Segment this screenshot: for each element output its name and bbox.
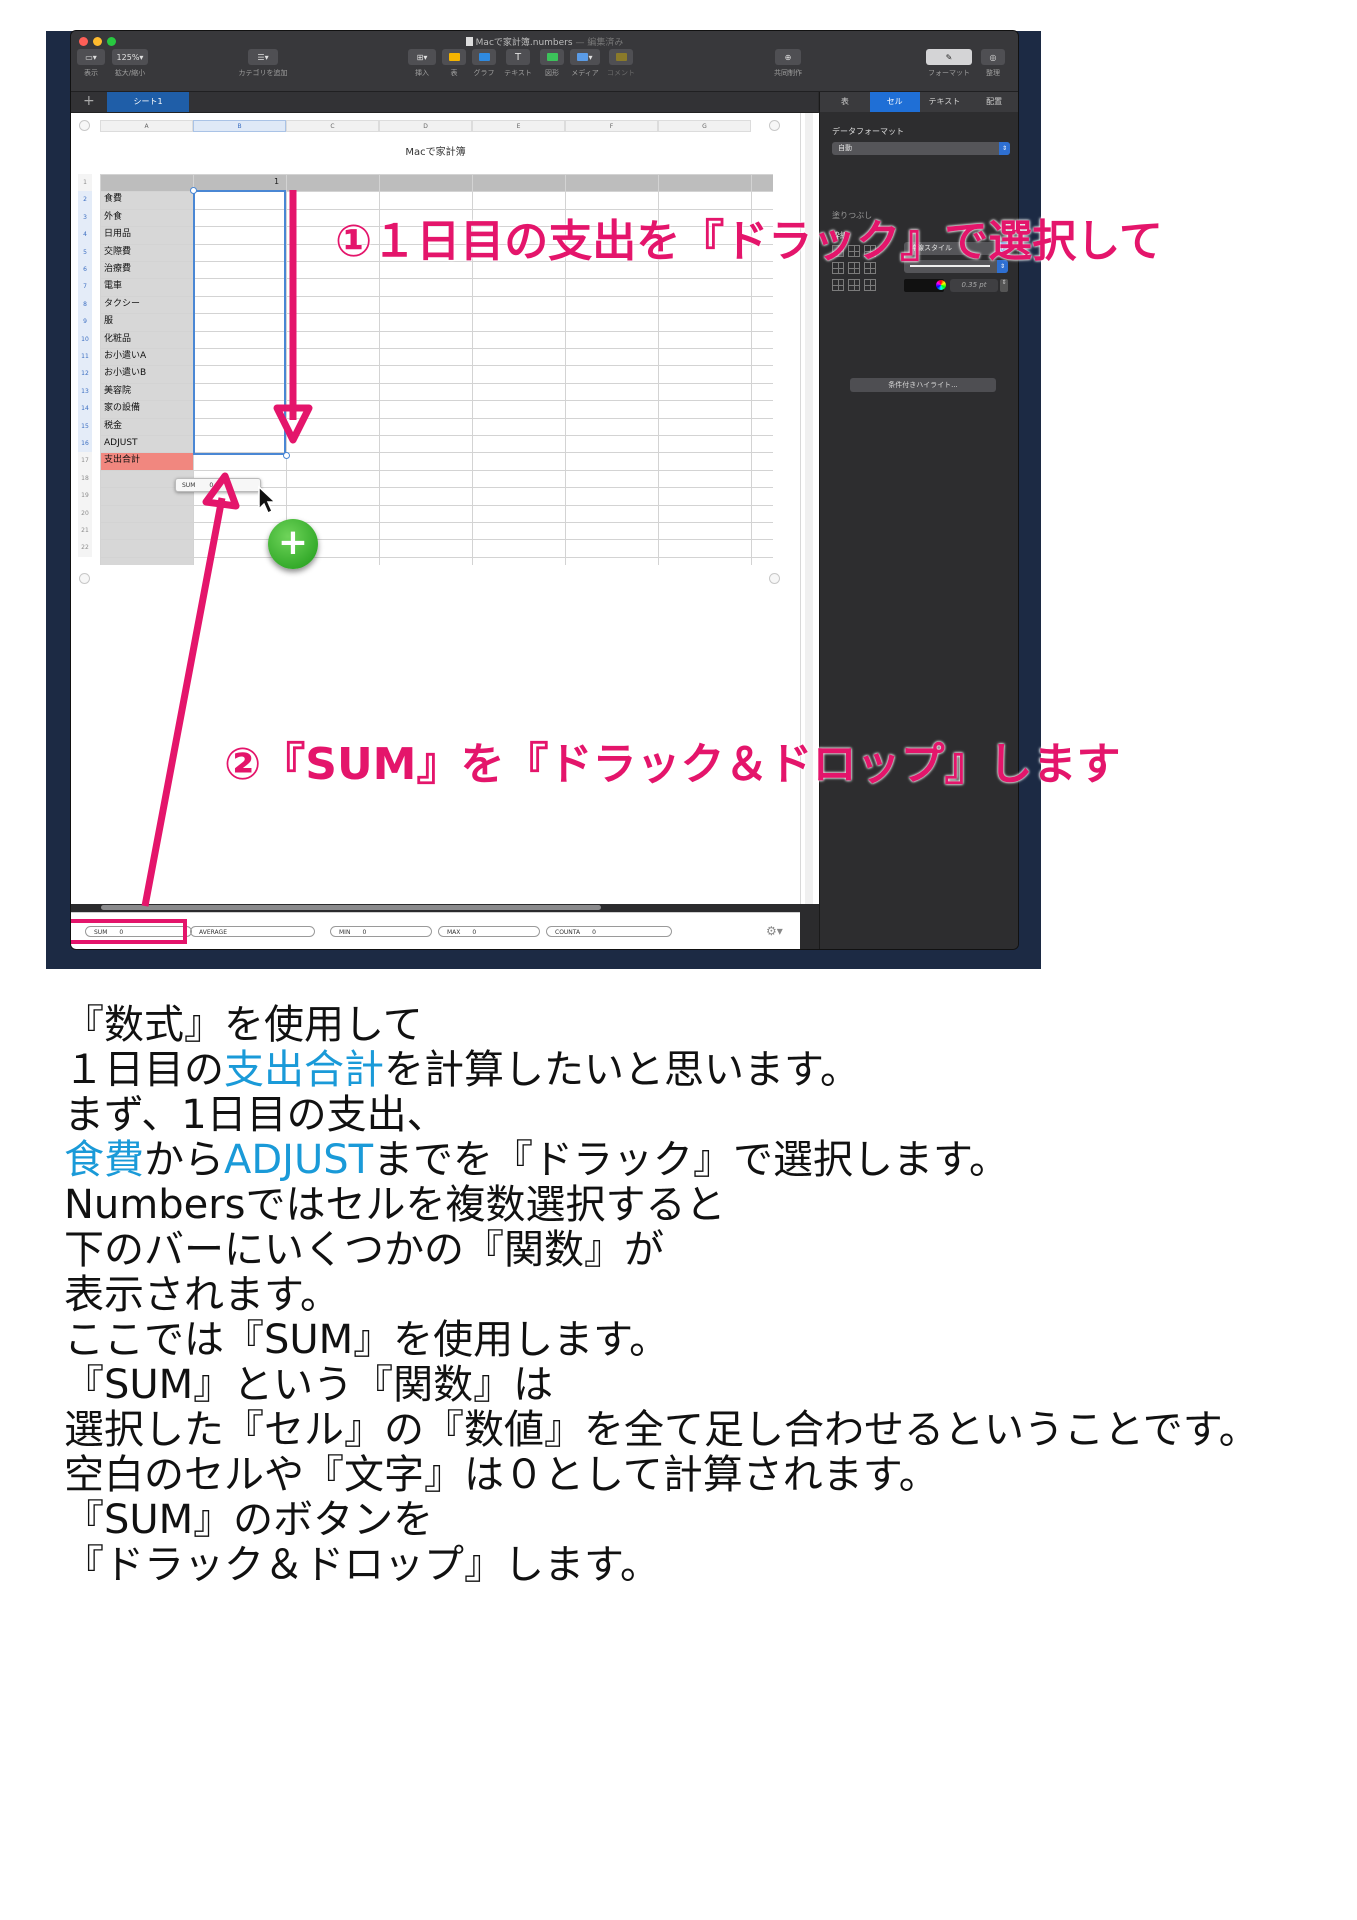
explanation-line: 『ドラック＆ドロップ』します。 bbox=[64, 1542, 660, 1588]
highlight-term: ADJUST bbox=[224, 1137, 374, 1183]
explanation-line: 『SUM』という『関数』は bbox=[64, 1362, 554, 1408]
highlight-term: 食費 bbox=[64, 1137, 144, 1183]
explanation-line: 食費からADJUSTまでを『ドラック』で選択します。 bbox=[64, 1137, 1010, 1183]
step1-annotation: ①１日目の支出を『ドラック』で選択して bbox=[335, 216, 1163, 267]
step2-annotation: ②『SUM』を『ドラック＆ドロップ』します bbox=[224, 739, 1121, 790]
explanation-line: ここでは『SUM』を使用します。 bbox=[64, 1317, 670, 1363]
highlight-term: 支出合計 bbox=[224, 1047, 384, 1093]
explanation-line: 『数式』を使用して bbox=[64, 1002, 423, 1048]
down-arrow-annotation bbox=[273, 190, 313, 444]
explanation-line: １日目の支出合計を計算したいと思います。 bbox=[64, 1047, 860, 1093]
explanation-line: 表示されます。 bbox=[64, 1272, 340, 1318]
up-arrow-annotation bbox=[141, 472, 240, 907]
explanation-line: 『SUM』のボタンを bbox=[64, 1497, 434, 1543]
explanation-line: 空白のセルや『文字』は０として計算されます。 bbox=[64, 1452, 939, 1498]
explanation-text: 『数式』を使用して １日目の支出合計を計算したいと思います。 まず、1日目の支出… bbox=[64, 1003, 1344, 1588]
explanation-line: 下のバーにいくつかの『関数』が bbox=[64, 1227, 664, 1273]
explanation-line: Numbersではセルを複数選択すると bbox=[64, 1182, 726, 1228]
annotation-arrows bbox=[141, 190, 313, 907]
explanation-line: 選択した『セル』の『数値』を全て足し合わせるということです。 bbox=[64, 1407, 1259, 1453]
explanation-line: まず、1日目の支出、 bbox=[64, 1092, 447, 1138]
